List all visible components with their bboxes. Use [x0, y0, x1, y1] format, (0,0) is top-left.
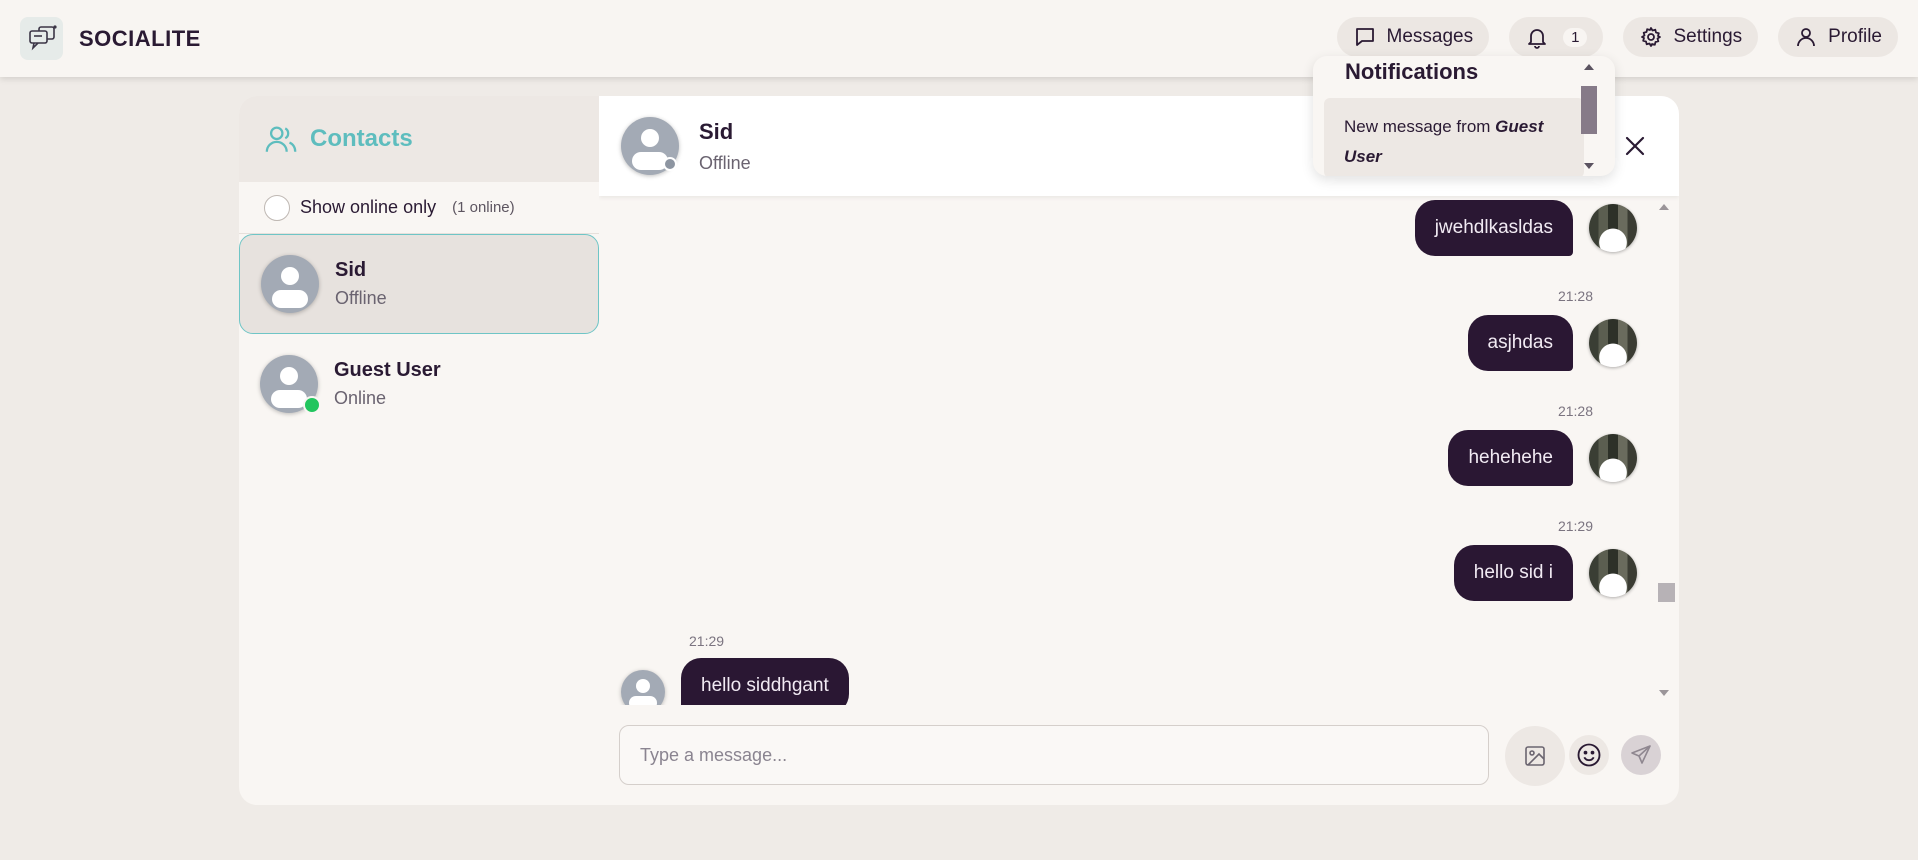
- message-bubble: jwehdlkasldas: [1414, 200, 1573, 256]
- nav-actions: Messages 1 Settings Profile: [1336, 17, 1898, 57]
- close-chat-button[interactable]: [1619, 130, 1651, 162]
- top-navbar: SOCIALITE Messages 1 Settings Profile: [0, 0, 1918, 77]
- message-bubble: hehehehe: [1448, 430, 1573, 486]
- bell-icon: [1528, 29, 1547, 49]
- notification-item[interactable]: New message from Guest User: [1324, 98, 1584, 176]
- online-only-radio[interactable]: [264, 194, 290, 221]
- brand[interactable]: SOCIALITE: [20, 17, 201, 60]
- messages-label: Messages: [1386, 26, 1474, 47]
- image-icon: [1525, 746, 1545, 766]
- contact-status: Online: [334, 388, 387, 408]
- avatar: [621, 670, 665, 705]
- message-time: 21:29: [689, 633, 725, 649]
- message-outgoing: jwehdlkasldas: [1414, 200, 1637, 256]
- notifications-button[interactable]: 1: [1509, 17, 1604, 57]
- messages-button[interactable]: Messages: [1336, 17, 1490, 57]
- send-icon: [1631, 745, 1651, 764]
- notifications-dropdown: Notifications New message from Guest Use…: [1313, 56, 1615, 176]
- chat-contact-status: Offline: [699, 152, 751, 173]
- message-outgoing: hehehehe: [1448, 430, 1637, 486]
- message-clip: hello siddhgant: [599, 651, 1659, 705]
- message-input[interactable]: [640, 744, 1488, 766]
- contacts-header: Contacts: [239, 96, 599, 182]
- message-composer: [619, 725, 1489, 785]
- contact-item-sid[interactable]: Sid Offline: [239, 234, 599, 334]
- messages-scrollbar-thumb[interactable]: [1658, 583, 1675, 602]
- user-photo-avatar: [1589, 434, 1637, 482]
- message-bubble: hello sid i: [1453, 545, 1573, 601]
- message-list: jwehdlkasldas 21:28 asjhdas 21:28 hehehe…: [599, 196, 1679, 705]
- notifications-scrollbar-thumb[interactable]: [1581, 86, 1597, 134]
- users-icon: [265, 126, 297, 152]
- notification-count-badge: 1: [1563, 27, 1588, 47]
- attach-image-button[interactable]: [1505, 726, 1565, 786]
- chat-panel: Sid Offline jwehdlkasldas 21:28 asjhdas …: [599, 96, 1679, 805]
- contacts-title: Contacts: [310, 125, 413, 152]
- user-photo-avatar: [1589, 204, 1637, 252]
- scroll-down-arrow-icon[interactable]: [1584, 163, 1594, 169]
- user-photo-avatar: [1589, 549, 1637, 597]
- user-photo-avatar: [1589, 319, 1637, 367]
- online-only-filter: Show online only (1 online): [239, 182, 599, 234]
- online-status-dot: [303, 396, 321, 414]
- send-button[interactable]: [1621, 735, 1661, 775]
- message-outgoing: hello sid i: [1453, 545, 1637, 601]
- message-bubble: asjhdas: [1467, 315, 1573, 371]
- message-square-icon: [1355, 28, 1374, 46]
- avatar: [261, 255, 319, 313]
- profile-label: Profile: [1828, 26, 1882, 47]
- scroll-up-arrow-icon[interactable]: [1659, 204, 1669, 210]
- contact-name: Guest User: [334, 359, 441, 381]
- message-time: 21:28: [1557, 288, 1593, 304]
- offline-status-dot: [663, 157, 677, 171]
- contact-name: Sid: [335, 259, 367, 281]
- notification-text: New message from: [1344, 117, 1496, 136]
- profile-button[interactable]: Profile: [1778, 17, 1898, 57]
- message-time: 21:28: [1557, 403, 1593, 419]
- message-outgoing: asjhdas: [1467, 315, 1637, 371]
- online-count: (1 online): [452, 199, 515, 216]
- gear-icon: [1641, 27, 1662, 47]
- chat-bubbles-logo-icon: [20, 17, 63, 60]
- contacts-panel: Contacts Show online only (1 online) Sid…: [239, 96, 599, 805]
- settings-label: Settings: [1673, 26, 1743, 47]
- contact-item-guest-user[interactable]: Guest User Online: [239, 334, 599, 434]
- scroll-down-arrow-icon[interactable]: [1659, 690, 1669, 696]
- smile-icon: [1577, 743, 1601, 767]
- chat-contact-name: Sid: [699, 118, 734, 144]
- online-only-label[interactable]: Show online only: [300, 197, 436, 218]
- message-time: 21:29: [1557, 518, 1593, 534]
- user-icon: [1797, 28, 1816, 47]
- contact-status: Offline: [335, 288, 387, 308]
- notifications-title: Notifications: [1345, 59, 1479, 84]
- emoji-button[interactable]: [1569, 735, 1609, 775]
- close-icon: [1625, 136, 1645, 156]
- message-incoming: hello siddhgant: [621, 658, 849, 705]
- message-bubble: hello siddhgant: [681, 658, 849, 705]
- app-name: SOCIALITE: [79, 25, 201, 51]
- settings-button[interactable]: Settings: [1623, 17, 1759, 57]
- scroll-up-arrow-icon[interactable]: [1584, 64, 1594, 70]
